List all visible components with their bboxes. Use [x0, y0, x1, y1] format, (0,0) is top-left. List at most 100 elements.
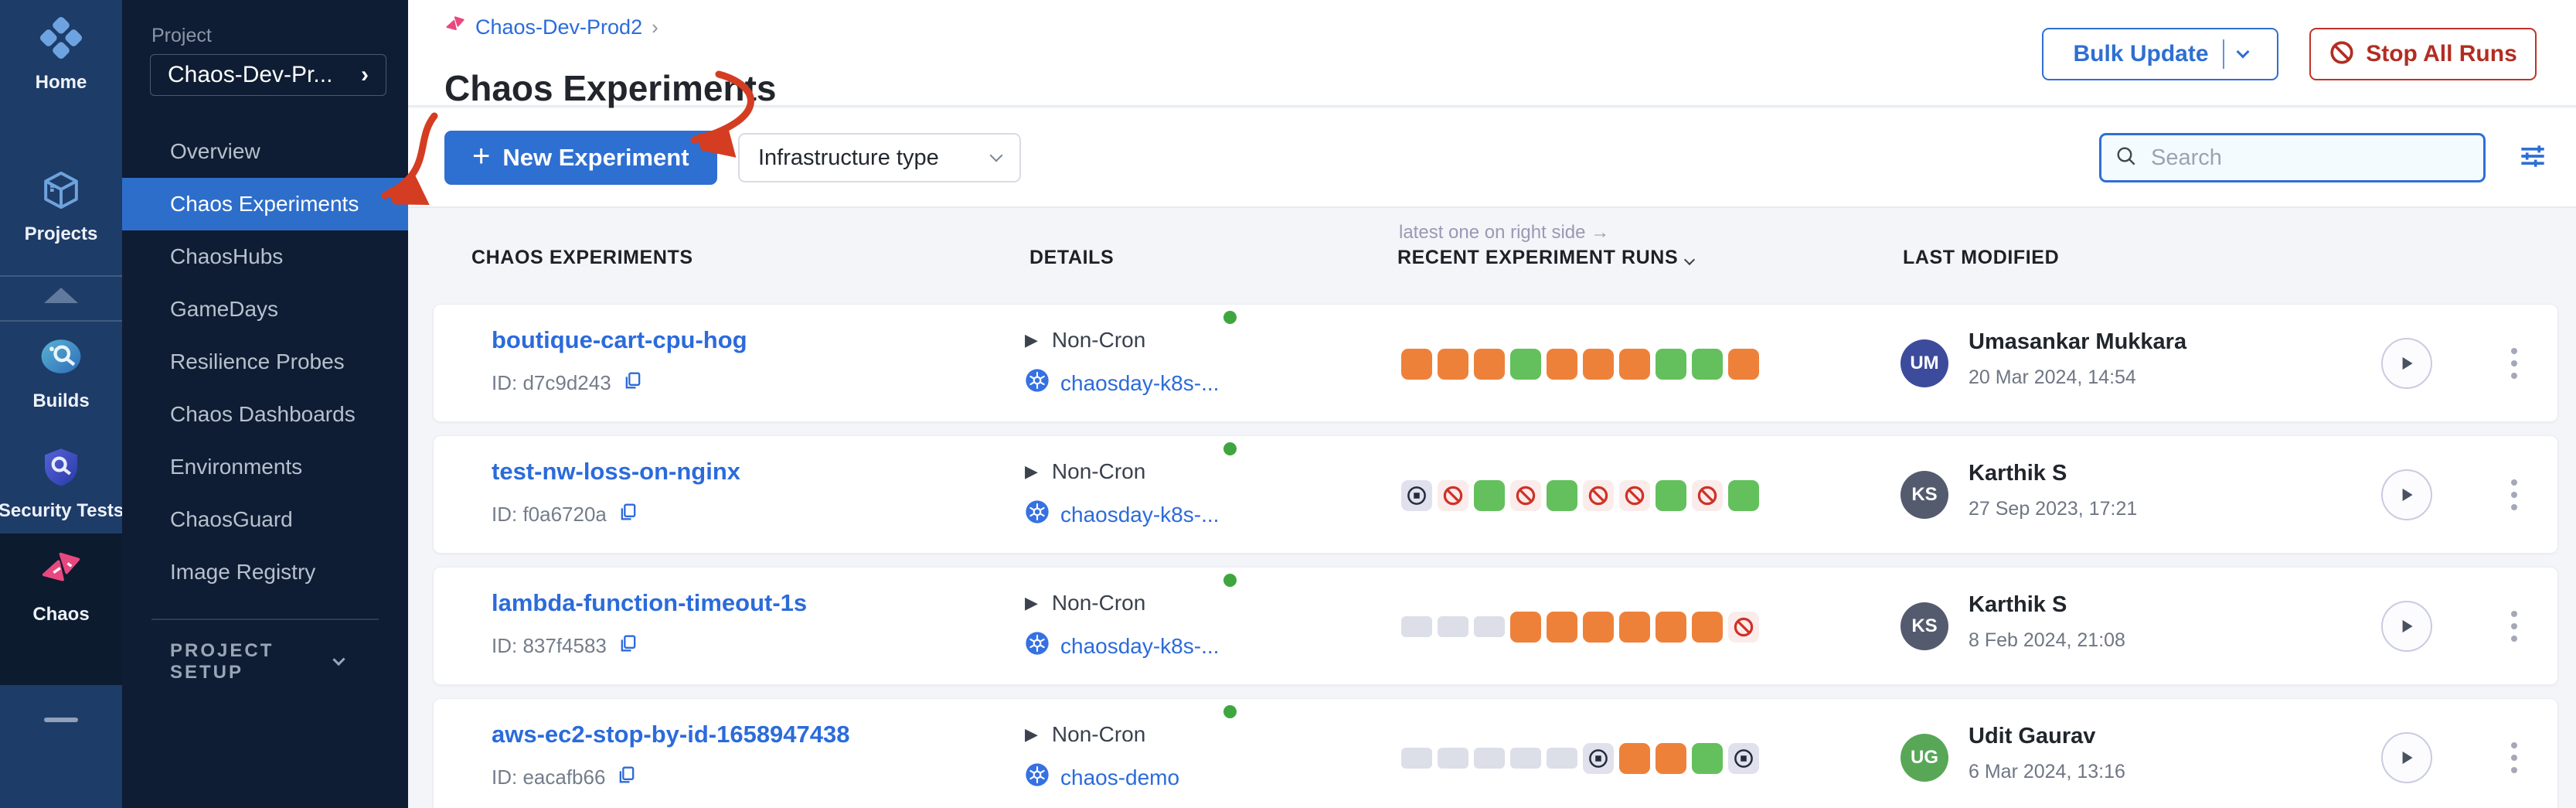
- run-failed[interactable]: [1728, 349, 1759, 380]
- sidebar-item-resilience-probes[interactable]: Resilience Probes: [122, 336, 408, 388]
- chevron-down-icon[interactable]: [2236, 46, 2249, 59]
- copy-icon[interactable]: [616, 764, 638, 791]
- row-menu-button[interactable]: [2503, 603, 2525, 649]
- chevron-down-icon: [990, 149, 1003, 162]
- run-passed[interactable]: [1474, 480, 1505, 511]
- search-input[interactable]: [2149, 145, 2471, 172]
- runs-order-note: latest one on right side →: [1399, 222, 1609, 244]
- chaos-pinwheel-icon: [39, 547, 83, 596]
- run-failed[interactable]: [1510, 612, 1541, 643]
- experiment-name-link[interactable]: test-nw-loss-on-nginx: [492, 458, 740, 486]
- infrastructure-link[interactable]: chaosday-k8s-...: [1060, 371, 1219, 396]
- sidebar-item-label: GameDays: [170, 297, 278, 322]
- breadcrumb-project-link[interactable]: Chaos-Dev-Prod2: [475, 15, 642, 39]
- play-triangle-icon: ▶: [1025, 462, 1038, 482]
- run-failed[interactable]: [1583, 612, 1614, 643]
- copy-icon[interactable]: [622, 370, 644, 397]
- rail-collapse-toggle[interactable]: [0, 288, 122, 303]
- row-menu-button[interactable]: [2503, 340, 2525, 387]
- run-stopped[interactable]: [1583, 743, 1614, 774]
- experiment-name-link[interactable]: lambda-function-timeout-1s: [492, 589, 807, 617]
- run-na: [1547, 748, 1577, 769]
- copy-icon[interactable]: [618, 632, 639, 660]
- sidebar-item-image-registry[interactable]: Image Registry: [122, 546, 408, 598]
- rail-label-builds: Builds: [32, 390, 89, 412]
- sidebar-item-label: Chaos Experiments: [170, 192, 359, 216]
- sidebar-item-chaos-dashboards[interactable]: Chaos Dashboards: [122, 388, 408, 441]
- infrastructure-link[interactable]: chaosday-k8s-...: [1060, 503, 1219, 527]
- last-modified-user: Umasankar Mukkara: [1969, 329, 2186, 355]
- run-failed[interactable]: [1619, 743, 1650, 774]
- project-setup-toggle[interactable]: PROJECT SETUP: [122, 620, 408, 684]
- run-failed[interactable]: [1656, 612, 1686, 643]
- run-passed[interactable]: [1692, 743, 1723, 774]
- rail-item-chaos[interactable]: Chaos: [0, 547, 122, 626]
- run-failed[interactable]: [1692, 612, 1723, 643]
- project-selector[interactable]: Chaos-Dev-Pr... ›: [150, 54, 386, 96]
- sidebar-item-chaosguard[interactable]: ChaosGuard: [122, 493, 408, 546]
- run-passed[interactable]: [1656, 349, 1686, 380]
- infrastructure-type-select[interactable]: Infrastructure type: [738, 133, 1021, 182]
- sidebar-item-environments[interactable]: Environments: [122, 441, 408, 493]
- run-failed[interactable]: [1619, 349, 1650, 380]
- rail-item-builds[interactable]: Builds: [0, 334, 122, 412]
- project-setup-label: PROJECT SETUP: [170, 640, 335, 684]
- run-error[interactable]: [1438, 480, 1468, 511]
- page-header: Chaos-Dev-Prod2 › Chaos Experiments Bulk…: [408, 0, 2576, 107]
- run-passed[interactable]: [1656, 480, 1686, 511]
- run-passed[interactable]: [1692, 349, 1723, 380]
- run-error[interactable]: [1510, 480, 1541, 511]
- run-experiment-button[interactable]: [2381, 469, 2432, 520]
- experiment-name-link[interactable]: aws-ec2-stop-by-id-1658947438: [492, 721, 850, 748]
- filter-icon[interactable]: [2516, 139, 2550, 177]
- run-failed[interactable]: [1656, 743, 1686, 774]
- run-passed[interactable]: [1547, 480, 1577, 511]
- run-passed[interactable]: [1728, 480, 1759, 511]
- run-failed[interactable]: [1438, 349, 1468, 380]
- experiment-name-link[interactable]: boutique-cart-cpu-hog: [492, 326, 747, 354]
- run-error[interactable]: [1728, 612, 1759, 643]
- rail-item-home[interactable]: Home: [0, 15, 122, 94]
- copy-icon[interactable]: [618, 501, 639, 528]
- rail-bottom-handle[interactable]: [44, 718, 78, 722]
- row-menu-button[interactable]: [2503, 472, 2525, 518]
- run-na: [1474, 616, 1505, 637]
- run-failed[interactable]: [1474, 349, 1505, 380]
- sidebar-item-overview[interactable]: Overview: [122, 125, 408, 178]
- run-error[interactable]: [1619, 480, 1650, 511]
- row-menu-button[interactable]: [2503, 735, 2525, 781]
- sidebar-item-gamedays[interactable]: GameDays: [122, 283, 408, 336]
- run-na: [1438, 616, 1468, 637]
- stop-all-runs-button[interactable]: Stop All Runs: [2309, 28, 2537, 80]
- plus-icon: +: [472, 141, 490, 172]
- run-experiment-button[interactable]: [2381, 338, 2432, 389]
- run-passed[interactable]: [1510, 349, 1541, 380]
- run-failed[interactable]: [1401, 349, 1432, 380]
- run-stopped[interactable]: [1401, 480, 1432, 511]
- run-experiment-button[interactable]: [2381, 601, 2432, 652]
- run-error[interactable]: [1692, 480, 1723, 511]
- run-failed[interactable]: [1547, 612, 1577, 643]
- breadcrumb-separator: ›: [652, 15, 658, 39]
- last-modified-date: 20 Mar 2024, 14:54: [1969, 366, 2136, 389]
- bulk-update-button[interactable]: Bulk Update: [2042, 28, 2278, 80]
- sidebar-item-chaoshubs[interactable]: ChaosHubs: [122, 230, 408, 283]
- rail-item-projects[interactable]: Projects: [0, 169, 122, 245]
- run-stopped[interactable]: [1728, 743, 1759, 774]
- rail-item-security-tests[interactable]: Security Tests: [0, 445, 122, 522]
- infrastructure-type-label: Infrastructure type: [758, 145, 939, 171]
- new-experiment-button[interactable]: + New Experiment: [444, 131, 717, 185]
- infrastructure-link[interactable]: chaos-demo: [1060, 765, 1179, 790]
- run-error[interactable]: [1583, 480, 1614, 511]
- run-failed[interactable]: [1583, 349, 1614, 380]
- schedule-label: Non-Cron: [1052, 459, 1145, 484]
- infrastructure-link[interactable]: chaosday-k8s-...: [1060, 634, 1219, 659]
- last-modified-date: 6 Mar 2024, 13:16: [1969, 761, 2125, 783]
- last-modified-user: Karthik S: [1969, 592, 2067, 618]
- sidebar-item-chaos-experiments[interactable]: Chaos Experiments: [122, 178, 408, 230]
- col-header-recent-runs[interactable]: RECENT EXPERIMENT RUNS: [1397, 247, 1693, 269]
- run-failed[interactable]: [1619, 612, 1650, 643]
- run-experiment-button[interactable]: [2381, 732, 2432, 783]
- experiment-id: ID: f0a6720a: [492, 501, 639, 528]
- run-failed[interactable]: [1547, 349, 1577, 380]
